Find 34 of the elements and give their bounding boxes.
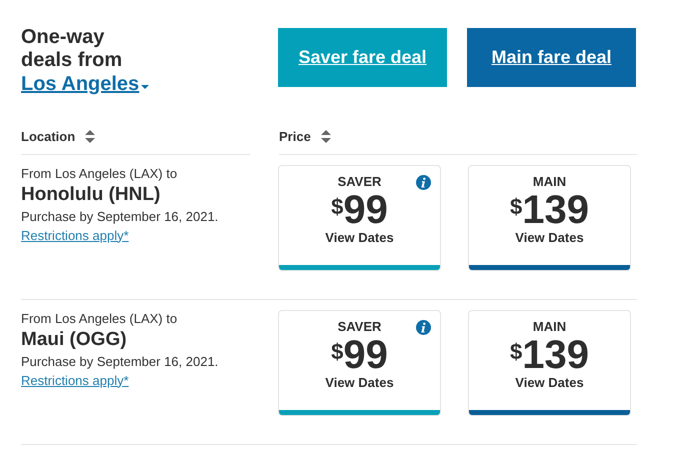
fare-price: $99 [331, 190, 388, 230]
fare-card[interactable]: MAIN $139 View Dates [468, 164, 631, 270]
restrictions-link[interactable]: Restrictions apply* [21, 226, 129, 244]
purchase-date: Purchase by September 16, 2021. [21, 208, 220, 226]
info-icon[interactable] [416, 320, 431, 334]
city-link[interactable]: Los Angeles [21, 72, 140, 97]
caret-icon [141, 85, 150, 90]
restrictions-link[interactable]: Restrictions apply* [21, 372, 129, 388]
destination-title: Honolulu (HNL) [21, 182, 162, 206]
fare-label: MAIN [532, 318, 566, 334]
fare-label: SAVER [338, 318, 382, 334]
route-text: From Los Angeles (LAX) to [21, 310, 178, 328]
route-text: From Los Angeles (LAX) to [21, 164, 178, 182]
fare-price: $139 [510, 190, 589, 230]
info-icon[interactable] [416, 174, 431, 190]
destination-title: Maui (OGG) [21, 328, 128, 352]
fare-price: $99 [331, 334, 388, 374]
view-dates-link[interactable]: View Dates [515, 374, 584, 390]
fare-card[interactable]: SAVER $99 View Dates [278, 164, 441, 270]
fare-price: $139 [510, 334, 589, 374]
fare-card[interactable]: MAIN $139 View Dates [468, 310, 631, 416]
sort-icon[interactable] [320, 130, 331, 144]
view-dates-link[interactable]: View Dates [325, 374, 394, 390]
heading: One-way deals from [21, 26, 124, 72]
sort-icon[interactable] [85, 130, 96, 144]
column-header[interactable]: Price [279, 127, 311, 146]
purchase-date: Purchase by September 16, 2021. [21, 352, 220, 371]
column-header[interactable]: Location [21, 127, 76, 146]
deal-button[interactable]: Main fare deal [467, 28, 636, 87]
fare-label: MAIN [532, 174, 566, 190]
fare-label: SAVER [338, 174, 382, 190]
view-dates-link[interactable]: View Dates [325, 230, 394, 246]
view-dates-link[interactable]: View Dates [515, 230, 584, 246]
fare-card[interactable]: SAVER $99 View Dates [278, 310, 441, 416]
